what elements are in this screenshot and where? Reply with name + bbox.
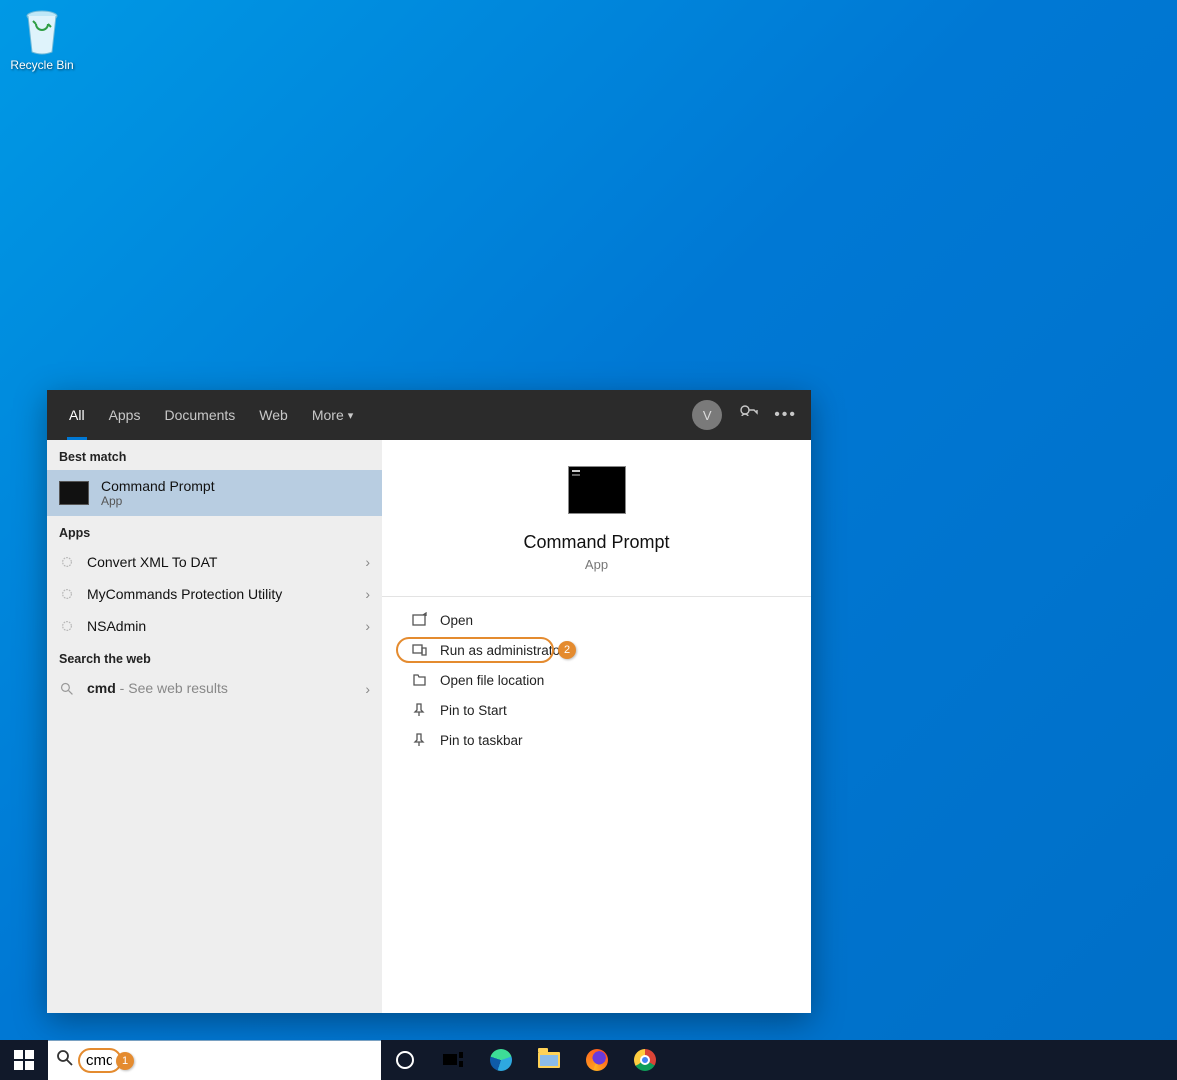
callout-badge-1: 1 <box>116 1052 134 1070</box>
detail-subtitle: App <box>585 557 608 572</box>
best-match-section-label: Best match <box>47 440 382 470</box>
apps-section-label: Apps <box>47 516 382 546</box>
chevron-right-icon: › <box>359 618 370 634</box>
firefox-icon <box>586 1049 608 1071</box>
search-tabs: All Apps Documents Web More▾ <box>57 390 365 440</box>
folder-icon <box>410 672 428 688</box>
chrome-icon <box>634 1049 656 1071</box>
action-pin-to-taskbar[interactable]: Pin to taskbar <box>382 725 811 755</box>
result-convert-xml[interactable]: Convert XML To DAT › <box>47 546 382 578</box>
result-title: Command Prompt <box>101 478 370 494</box>
tab-web[interactable]: Web <box>247 390 300 440</box>
taskbar: 1 <box>0 1040 1177 1080</box>
taskbar-app-chrome[interactable] <box>621 1040 669 1080</box>
open-icon <box>410 612 428 628</box>
pin-icon <box>410 702 428 718</box>
cortana-button[interactable] <box>381 1040 429 1080</box>
web-section-label: Search the web <box>47 642 382 672</box>
feedback-icon[interactable] <box>738 403 758 428</box>
recycle-bin-icon <box>21 8 63 56</box>
command-prompt-icon <box>59 481 89 505</box>
task-view-button[interactable] <box>429 1040 477 1080</box>
cortana-icon <box>396 1051 414 1069</box>
action-pin-to-start[interactable]: Pin to Start <box>382 695 811 725</box>
chevron-right-icon: › <box>359 681 370 697</box>
search-detail-pane: Command Prompt App Open Run as administr… <box>382 440 811 1013</box>
tab-all[interactable]: All <box>57 390 97 440</box>
gear-icon <box>59 554 75 570</box>
recycle-bin-label: Recycle Bin <box>6 58 78 72</box>
chevron-right-icon: › <box>359 586 370 602</box>
action-run-as-administrator[interactable]: Run as administrator 2 <box>382 635 811 665</box>
command-prompt-icon <box>568 466 626 514</box>
chevron-right-icon: › <box>359 554 370 570</box>
start-search-flyout: All Apps Documents Web More▾ V ••• Best … <box>47 390 811 1013</box>
taskbar-search-box[interactable]: 1 <box>48 1040 381 1080</box>
tab-apps[interactable]: Apps <box>97 390 153 440</box>
search-icon <box>56 1049 74 1072</box>
more-options-icon[interactable]: ••• <box>774 406 797 424</box>
search-results-list: Best match Command Prompt App Apps Conve… <box>47 440 382 1013</box>
taskbar-app-firefox[interactable] <box>573 1040 621 1080</box>
result-nsadmin[interactable]: NSAdmin › <box>47 610 382 642</box>
result-command-prompt[interactable]: Command Prompt App <box>47 470 382 516</box>
action-open[interactable]: Open <box>382 605 811 635</box>
taskbar-app-edge[interactable] <box>477 1040 525 1080</box>
start-button[interactable] <box>0 1040 48 1080</box>
search-icon <box>59 681 75 697</box>
gear-icon <box>59 618 75 634</box>
result-subtitle: App <box>101 494 370 508</box>
detail-actions: Open Run as administrator 2 Open file lo… <box>382 596 811 763</box>
tab-documents[interactable]: Documents <box>152 390 247 440</box>
action-open-file-location[interactable]: Open file location <box>382 665 811 695</box>
pin-icon <box>410 732 428 748</box>
edge-icon <box>490 1049 512 1071</box>
user-avatar[interactable]: V <box>692 400 722 430</box>
admin-shield-icon <box>410 642 428 658</box>
result-mycommands-protection[interactable]: MyCommands Protection Utility › <box>47 578 382 610</box>
file-explorer-icon <box>538 1052 560 1068</box>
callout-badge-2: 2 <box>558 641 576 659</box>
search-header: All Apps Documents Web More▾ V ••• <box>47 390 811 440</box>
taskbar-app-file-explorer[interactable] <box>525 1040 573 1080</box>
chevron-down-icon: ▾ <box>348 409 354 422</box>
task-view-icon <box>442 1051 464 1069</box>
result-web-cmd[interactable]: cmd - See web results › <box>47 672 382 706</box>
desktop-icon-recycle-bin[interactable]: Recycle Bin <box>6 8 78 72</box>
detail-title: Command Prompt <box>523 532 669 553</box>
tab-more[interactable]: More▾ <box>300 390 365 440</box>
gear-icon <box>59 586 75 602</box>
